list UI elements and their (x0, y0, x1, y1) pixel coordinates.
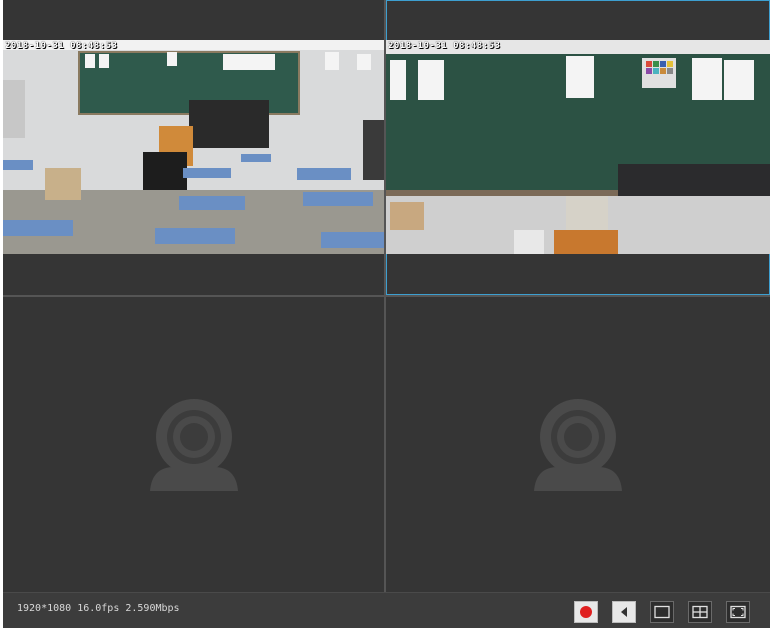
camera-timestamp-2: 2018-10-31 08:48:53 (388, 41, 501, 51)
record-icon (580, 606, 592, 618)
camera-feed-2 (386, 40, 770, 254)
record-button[interactable] (574, 601, 598, 623)
video-cell-3[interactable] (3, 297, 384, 592)
single-view-button[interactable] (650, 601, 674, 623)
single-view-icon (654, 605, 670, 619)
status-bar: 1920*1080 16.0fps 2.590Mbps (3, 592, 770, 628)
camera-placeholder-icon (149, 399, 238, 491)
audio-icon (621, 607, 627, 617)
stream-info: 1920*1080 16.0fps 2.590Mbps (17, 603, 180, 614)
video-grid: 2018-10-31 08:48:53 2018-10-31 08:48:53 (3, 0, 770, 592)
quad-view-button[interactable] (688, 601, 712, 623)
video-cell-4[interactable] (386, 297, 770, 592)
camera-feed-1 (3, 40, 384, 254)
fullscreen-button[interactable] (726, 601, 750, 623)
audio-button[interactable] (612, 601, 636, 623)
video-cell-2[interactable]: 2018-10-31 08:48:53 (386, 0, 770, 295)
quad-view-icon (692, 605, 708, 619)
video-viewer: 2018-10-31 08:48:53 2018-10-31 08:48:53 … (3, 0, 770, 628)
camera-placeholder-icon (534, 399, 622, 491)
camera-timestamp-1: 2018-10-31 08:48:53 (5, 41, 118, 51)
video-cell-1[interactable]: 2018-10-31 08:48:53 (3, 0, 384, 295)
fullscreen-icon (730, 605, 746, 619)
